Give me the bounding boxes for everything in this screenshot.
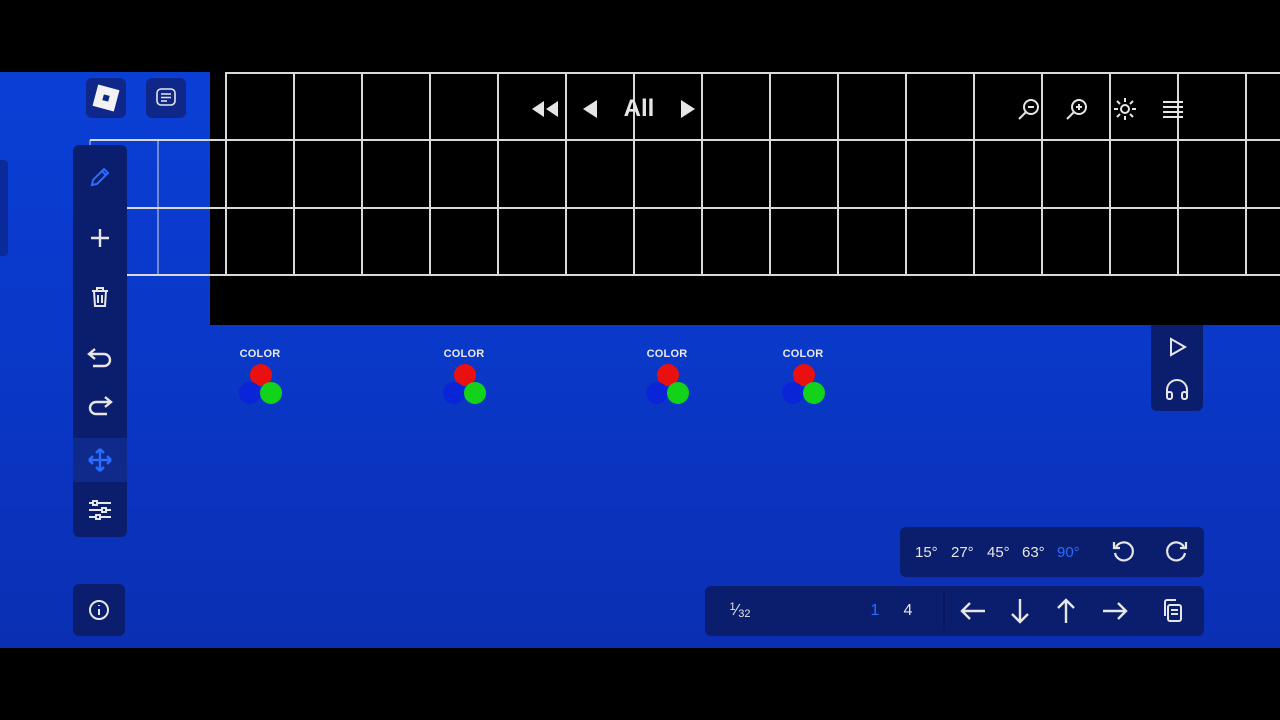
previous-button[interactable] [572,92,606,126]
zoom-in-button[interactable] [1060,92,1094,126]
roblox-logo-button[interactable] [86,78,126,118]
color-node-4[interactable]: COLOR [773,348,833,408]
play-button[interactable] [1151,325,1203,368]
info-button[interactable] [73,584,125,636]
rotate-left-button[interactable] [1107,535,1141,569]
move-up-button[interactable] [1049,594,1083,628]
step-four[interactable]: 4 [899,586,917,636]
arrow-right-icon [1103,602,1128,620]
hamburger-icon [1163,101,1183,118]
next-button[interactable] [672,92,706,126]
zoom-out-icon [1018,99,1039,120]
info-icon [89,600,109,620]
step-panel: 1⁄32 1⁄16 1⁄2 1 4 [705,586,1204,636]
color-node-label: COLOR [239,348,281,360]
gear-icon [1114,98,1136,120]
angle-option[interactable]: 45° [987,527,1010,577]
sliders-icon [89,500,111,520]
pencil-button[interactable] [73,155,127,199]
angle-panel: 15° 27° 45° 63° 90° [900,527,1204,577]
arrow-down-icon [1011,599,1029,624]
undo-icon [87,348,112,368]
pencil-icon [90,167,110,187]
green-dot-icon [803,382,825,404]
add-button[interactable] [73,216,127,260]
color-node-label: COLOR [646,348,688,360]
copy-button[interactable] [1156,594,1190,628]
divider [943,592,945,630]
trash-icon [92,287,108,307]
copy-icon [1164,599,1182,622]
move-left-button[interactable] [956,594,990,628]
audio-button[interactable] [1151,368,1203,411]
undo-button[interactable] [73,335,127,379]
play-icon [1170,336,1188,357]
rotate-right-button[interactable] [1159,535,1193,569]
blue-dot-icon [782,382,804,404]
move-icon [88,448,112,472]
rewind-icon [532,101,558,117]
blue-dot-icon [239,382,261,404]
angle-option[interactable]: 27° [951,527,974,577]
settings-button[interactable] [1108,92,1142,126]
color-node-label: COLOR [443,348,485,360]
blue-dot-icon [646,382,668,404]
color-node-3[interactable]: COLOR [637,348,697,408]
green-dot-icon [667,382,689,404]
delete-button[interactable] [73,275,127,319]
rotate-ccw-icon [1112,541,1134,562]
move-right-button[interactable] [1098,594,1132,628]
plus-icon [91,229,109,247]
color-node-2[interactable]: COLOR [434,348,494,408]
step-num: 1 [729,601,736,613]
arrow-left-icon [960,602,985,620]
step-one[interactable]: 1 [865,586,885,636]
color-node-1[interactable]: COLOR [230,348,290,408]
angle-option[interactable]: 15° [915,527,938,577]
move-down-button[interactable] [1003,594,1037,628]
stage: All COLOR COLOR COLOR COLOR 15° 27° 45° … [0,72,1280,648]
step-fraction-32[interactable]: 1 ⁄ 32 [725,586,755,636]
nav-all-label[interactable]: All [616,92,662,126]
top-right-tools [1012,92,1190,126]
color-node-label: COLOR [782,348,824,360]
adjust-button[interactable] [73,488,127,532]
redo-button[interactable] [73,383,127,427]
left-toolbar [73,145,127,537]
chat-button[interactable] [146,78,186,118]
headphones-icon [1166,378,1188,400]
angle-option[interactable]: 63° [1022,527,1045,577]
step-fraction-16[interactable]: 1⁄16 [771,636,801,648]
blue-dot-icon [443,382,465,404]
zoom-out-button[interactable] [1012,92,1046,126]
step-den: 32 [738,608,751,620]
move-button[interactable] [73,438,127,482]
chat-icon [156,88,176,106]
triangle-right-icon [681,100,695,118]
menu-button[interactable] [1156,92,1190,126]
triangle-left-icon [583,100,597,118]
arrow-up-icon [1057,598,1075,623]
green-dot-icon [464,382,486,404]
angle-option-active[interactable]: 90° [1057,527,1080,577]
playback-panel [1151,325,1203,411]
rewind-button[interactable] [528,92,562,126]
green-dot-icon [260,382,282,404]
timeline-nav: All [528,92,706,126]
rotate-cw-icon [1166,541,1188,562]
roblox-logo-icon [92,84,120,112]
redo-icon [88,396,113,416]
zoom-in-icon [1066,99,1087,120]
